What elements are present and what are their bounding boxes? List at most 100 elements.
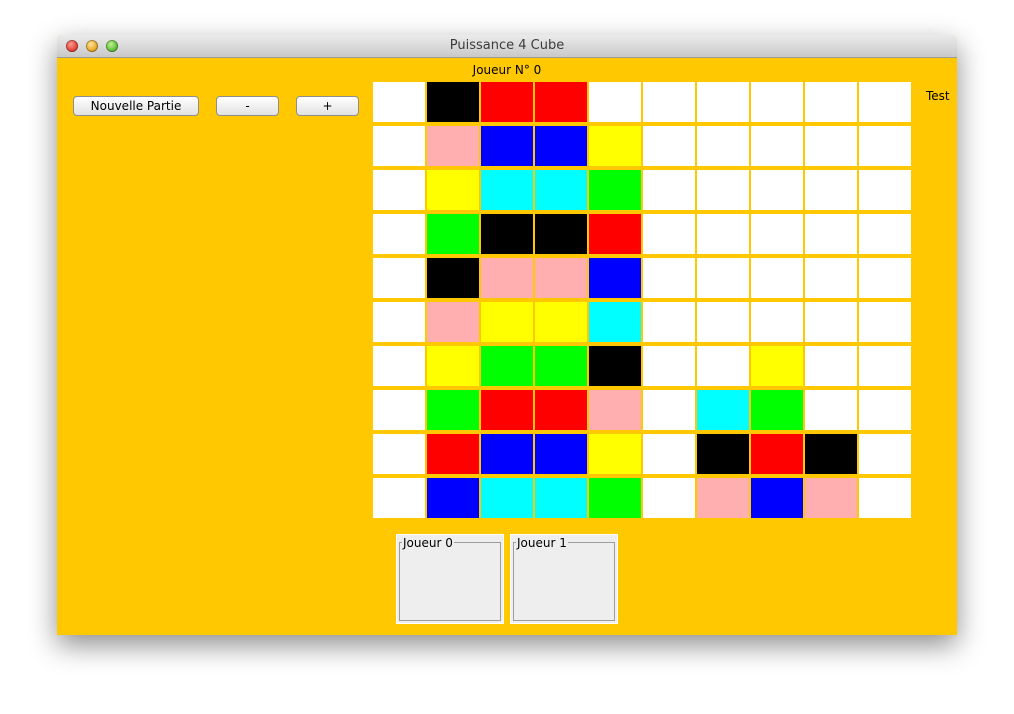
board-cell[interactable] [535, 390, 587, 430]
board-cell[interactable] [805, 214, 857, 254]
board-cell[interactable] [373, 170, 425, 210]
board-cell[interactable] [481, 302, 533, 342]
board-cell[interactable] [697, 214, 749, 254]
board-cell[interactable] [373, 126, 425, 166]
board-cell[interactable] [859, 214, 911, 254]
board-cell[interactable] [643, 126, 695, 166]
board-cell[interactable] [481, 214, 533, 254]
board-cell[interactable] [481, 478, 533, 518]
board-cell[interactable] [859, 126, 911, 166]
board-cell[interactable] [697, 82, 749, 122]
board-cell[interactable] [535, 214, 587, 254]
board-cell[interactable] [805, 302, 857, 342]
board-cell[interactable] [643, 82, 695, 122]
board-cell[interactable] [535, 126, 587, 166]
board-cell[interactable] [481, 390, 533, 430]
decrease-button[interactable]: - [216, 96, 279, 116]
board-cell[interactable] [589, 434, 641, 474]
board-cell[interactable] [427, 214, 479, 254]
board-cell[interactable] [697, 478, 749, 518]
board-cell[interactable] [697, 346, 749, 386]
board-cell[interactable] [859, 434, 911, 474]
increase-button[interactable]: + [296, 96, 359, 116]
board-cell[interactable] [805, 346, 857, 386]
board-cell[interactable] [859, 82, 911, 122]
board-cell[interactable] [427, 302, 479, 342]
new-game-button[interactable]: Nouvelle Partie [73, 96, 199, 116]
board-cell[interactable] [427, 346, 479, 386]
board-cell[interactable] [535, 434, 587, 474]
title-bar[interactable]: Puissance 4 Cube [57, 35, 957, 58]
board-cell[interactable] [751, 214, 803, 254]
board-cell[interactable] [373, 346, 425, 386]
board-cell[interactable] [643, 170, 695, 210]
board-cell[interactable] [373, 390, 425, 430]
board-cell[interactable] [373, 302, 425, 342]
board-cell[interactable] [751, 434, 803, 474]
board-cell[interactable] [589, 258, 641, 298]
board-cell[interactable] [427, 170, 479, 210]
board-cell[interactable] [805, 434, 857, 474]
board-cell[interactable] [373, 82, 425, 122]
board-cell[interactable] [373, 434, 425, 474]
board-cell[interactable] [751, 346, 803, 386]
board-cell[interactable] [805, 390, 857, 430]
board-cell[interactable] [589, 214, 641, 254]
board-cell[interactable] [535, 478, 587, 518]
board-cell[interactable] [535, 302, 587, 342]
board-cell[interactable] [589, 126, 641, 166]
board-cell[interactable] [427, 478, 479, 518]
board-cell[interactable] [697, 302, 749, 342]
board-cell[interactable] [751, 478, 803, 518]
board-cell[interactable] [589, 302, 641, 342]
board-cell[interactable] [751, 302, 803, 342]
board-cell[interactable] [535, 82, 587, 122]
board-cell[interactable] [643, 302, 695, 342]
board-cell[interactable] [589, 170, 641, 210]
board-cell[interactable] [805, 82, 857, 122]
board-cell[interactable] [481, 258, 533, 298]
board-cell[interactable] [589, 82, 641, 122]
board-cell[interactable] [643, 258, 695, 298]
board-cell[interactable] [859, 478, 911, 518]
board-cell[interactable] [589, 478, 641, 518]
board-cell[interactable] [481, 82, 533, 122]
board-cell[interactable] [643, 390, 695, 430]
board-cell[interactable] [697, 170, 749, 210]
board-cell[interactable] [805, 258, 857, 298]
board-cell[interactable] [535, 346, 587, 386]
board-cell[interactable] [373, 478, 425, 518]
board-cell[interactable] [859, 390, 911, 430]
board-cell[interactable] [697, 434, 749, 474]
board-cell[interactable] [535, 258, 587, 298]
board-cell[interactable] [535, 170, 587, 210]
board-cell[interactable] [859, 302, 911, 342]
board-cell[interactable] [643, 434, 695, 474]
board-cell[interactable] [805, 478, 857, 518]
board-cell[interactable] [643, 478, 695, 518]
board-cell[interactable] [481, 434, 533, 474]
board-cell[interactable] [589, 346, 641, 386]
board-cell[interactable] [481, 126, 533, 166]
board-cell[interactable] [643, 214, 695, 254]
board-cell[interactable] [481, 170, 533, 210]
board-cell[interactable] [751, 390, 803, 430]
board-cell[interactable] [805, 170, 857, 210]
board-cell[interactable] [427, 390, 479, 430]
board-cell[interactable] [697, 126, 749, 166]
board-cell[interactable] [427, 126, 479, 166]
board-cell[interactable] [859, 170, 911, 210]
board-cell[interactable] [751, 82, 803, 122]
board-cell[interactable] [805, 126, 857, 166]
board-cell[interactable] [859, 258, 911, 298]
board-cell[interactable] [643, 346, 695, 386]
board-cell[interactable] [373, 258, 425, 298]
board-cell[interactable] [859, 346, 911, 386]
board-cell[interactable] [481, 346, 533, 386]
board-cell[interactable] [427, 258, 479, 298]
board-cell[interactable] [697, 390, 749, 430]
board-cell[interactable] [751, 258, 803, 298]
board-cell[interactable] [373, 214, 425, 254]
board-cell[interactable] [697, 258, 749, 298]
board-cell[interactable] [751, 126, 803, 166]
